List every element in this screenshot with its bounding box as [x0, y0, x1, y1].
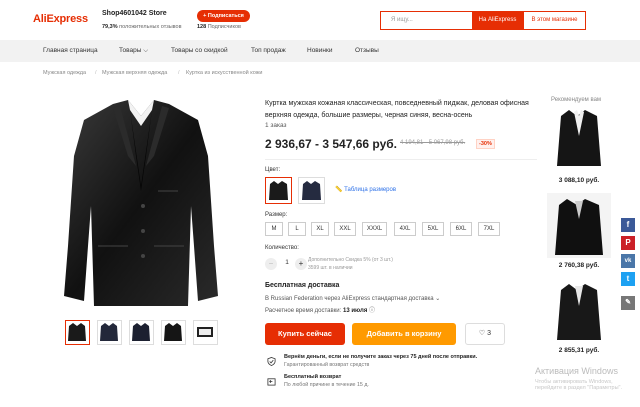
nav-new[interactable]: Новинки: [307, 47, 332, 54]
thumbnail[interactable]: [193, 320, 218, 345]
search-aliexpress-button[interactable]: На AliExpress: [472, 11, 523, 30]
nav-discounts[interactable]: Товары со скидкой: [171, 47, 228, 54]
quantity-increment-button[interactable]: +: [295, 258, 307, 270]
size-guide-link[interactable]: 📏 Таблица размеров: [335, 186, 396, 193]
size-option[interactable]: M: [265, 222, 283, 236]
free-return-subtitle: По любой причине в течение 15 д.: [284, 382, 369, 388]
recommended-title: Рекомендуем вам: [551, 97, 602, 103]
product-price: 2 936,67 - 3 547,66 руб.: [265, 137, 398, 151]
quantity-label: Количество:: [265, 245, 299, 251]
nav-products[interactable]: Товары ⌵: [119, 47, 148, 55]
facebook-icon[interactable]: f: [621, 218, 635, 232]
color-label: Цвет:: [265, 167, 281, 173]
store-rating: 79,3% положительных отзывов: [102, 24, 182, 30]
pinterest-icon[interactable]: P: [621, 236, 635, 250]
chevron-down-icon: ⌵: [143, 47, 149, 54]
recommended-item-image[interactable]: [547, 278, 611, 343]
shipping-method[interactable]: В Russian Federation через AliExpress ст…: [265, 295, 440, 302]
color-swatch-blue[interactable]: [298, 177, 325, 204]
info-icon[interactable]: ⓘ: [369, 308, 375, 314]
nav-top-sales[interactable]: Топ продаж: [251, 47, 286, 54]
recommended-item-price: 3 088,10 руб.: [558, 177, 600, 184]
shipping-title: Бесплатная доставка: [265, 282, 340, 289]
size-option[interactable]: 5XL: [422, 222, 444, 236]
quantity-input[interactable]: 1: [282, 259, 292, 266]
buy-now-button[interactable]: Купить сейчас: [265, 323, 345, 345]
nav-home[interactable]: Главная страница: [43, 47, 98, 54]
add-to-cart-button[interactable]: Добавить в корзину: [352, 323, 456, 345]
recommended-item-price: 2 855,31 руб.: [558, 347, 600, 354]
breadcrumb-item[interactable]: Куртка из искусственной кожи: [186, 70, 262, 76]
quantity-note: Дополнительно Скидка 5% (от 3 шт.) 3599 ш…: [308, 257, 393, 271]
thumbnail[interactable]: [97, 320, 122, 345]
recommended-item-image[interactable]: [547, 106, 611, 171]
size-option[interactable]: L: [288, 222, 306, 236]
discount-badge: -30%: [476, 139, 495, 149]
size-option[interactable]: XL: [311, 222, 329, 236]
size-option[interactable]: 6XL: [450, 222, 472, 236]
windows-activation-hint: Чтобы активировать Windows, перейдите в …: [535, 379, 623, 391]
size-option[interactable]: 7XL: [478, 222, 500, 236]
vk-icon[interactable]: vk: [621, 254, 635, 268]
store-name[interactable]: Shop4601042 Store: [102, 10, 167, 17]
breadcrumb-item[interactable]: Мужская одежда: [43, 70, 86, 76]
wishlist-button[interactable]: ♡ 3: [465, 323, 505, 345]
heart-icon: ♡: [478, 330, 486, 337]
recommended-item-price: 2 760,38 руб.: [558, 262, 600, 269]
shield-check-icon: [267, 357, 276, 366]
guarantee-subtitle: Гарантированный возврат средств: [284, 362, 370, 368]
breadcrumb-item[interactable]: Мужская верхняя одежда: [102, 70, 167, 76]
search-store-button[interactable]: В этом магазине: [523, 11, 586, 30]
color-swatch-black[interactable]: [265, 177, 292, 204]
product-title: Куртка мужская кожаная классическая, пов…: [265, 100, 529, 119]
search-input[interactable]: Я ищу...: [380, 11, 472, 30]
windows-activation-watermark: Активация Windows: [535, 366, 618, 376]
followers-count: 128 Подписчиков: [197, 24, 241, 30]
twitter-icon[interactable]: t: [621, 272, 635, 286]
orders-count: 1 заказ: [265, 122, 287, 129]
free-return-title: Бесплатный возврат: [284, 374, 342, 380]
follow-button[interactable]: + Подписаться: [197, 10, 250, 22]
divider: [265, 159, 537, 160]
guarantee-title: Вернём деньги, если не получите заказ че…: [284, 354, 478, 360]
store-nav: Главная страница Товары ⌵ Товары со скид…: [0, 40, 640, 62]
thumbnail[interactable]: [161, 320, 186, 345]
thumbnail[interactable]: [129, 320, 154, 345]
size-option[interactable]: XXL: [334, 222, 356, 236]
nav-reviews[interactable]: Отзывы: [355, 47, 379, 54]
aliexpress-logo[interactable]: AliExpress: [33, 13, 88, 25]
size-option[interactable]: XXXL: [362, 222, 387, 236]
recommended-item-image[interactable]: [547, 193, 611, 258]
size-option[interactable]: 4XL: [394, 222, 416, 236]
old-price: 4 194,81 - 5 067,98 руб.: [400, 140, 466, 146]
store-verified-icon: •: [162, 10, 165, 16]
breadcrumb-separator: /: [178, 70, 180, 76]
breadcrumb-separator: /: [95, 70, 97, 76]
size-label: Размер:: [265, 212, 288, 218]
ruler-icon: 📏: [335, 187, 343, 193]
thumbnail[interactable]: [65, 320, 90, 345]
top-bar: AliExpress Shop4601042 Store • 79,3% пол…: [0, 0, 640, 40]
product-main-image[interactable]: [58, 96, 224, 311]
edit-icon[interactable]: ✎: [621, 296, 635, 310]
delivery-date: Расчетное время доставки: 13 июля ⓘ: [265, 308, 376, 314]
quantity-decrement-button[interactable]: −: [265, 258, 277, 270]
return-icon: [267, 378, 276, 386]
